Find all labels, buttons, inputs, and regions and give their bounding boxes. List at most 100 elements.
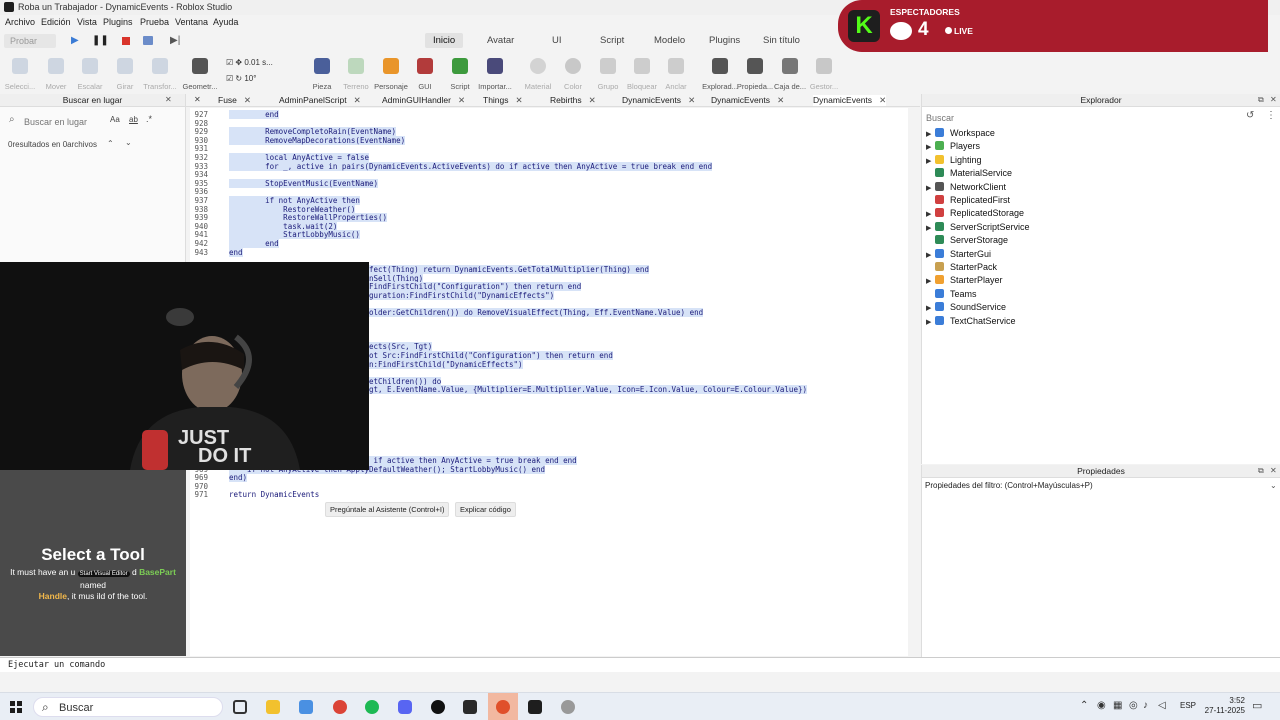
tab-things[interactable]: Things ✕ — [483, 95, 523, 106]
close-icon[interactable]: ✕ — [1270, 95, 1277, 104]
expand-arrow-icon[interactable]: ▶ — [926, 251, 935, 259]
screen-icon[interactable] — [143, 36, 153, 45]
expand-arrow-icon[interactable]: ▶ — [926, 210, 935, 218]
tab-adminpanelscript[interactable]: AdminPanelScript ✕ — [279, 95, 361, 106]
explorer-item[interactable]: ReplicatedFirst — [926, 195, 1010, 208]
language-indicator[interactable]: ESP — [1180, 701, 1196, 710]
snap-rotate[interactable]: ☑ ↻ 10° — [226, 74, 256, 83]
explorer-item[interactable]: ServerStorage — [926, 235, 1008, 248]
properties-tool[interactable]: Propieda... — [735, 58, 775, 91]
explorer-item[interactable]: Teams — [926, 288, 977, 302]
explorer-search-input[interactable] — [926, 111, 1246, 125]
tab-rebirths[interactable]: Rebirths ✕ — [550, 95, 596, 106]
tab-sin-titulo[interactable]: Sin título — [763, 35, 800, 46]
expand-arrow-icon[interactable]: ▶ — [926, 184, 935, 192]
properties-filter-input[interactable]: Propiedades del filtro: (Control+Mayúscu… — [925, 481, 1277, 493]
expand-arrow-icon[interactable]: ▶ — [926, 157, 935, 165]
material-tool[interactable]: Material — [518, 58, 558, 91]
terrain-tool[interactable]: Terreno — [336, 58, 376, 91]
color-tool[interactable]: Color — [553, 58, 593, 91]
tab-adminguihandler[interactable]: AdminGUIHandler ✕ — [382, 95, 465, 106]
menu-plugins[interactable]: Plugins — [103, 17, 133, 27]
explorer-item[interactable]: ▶ ReplicatedStorage — [926, 208, 1024, 221]
close-icon[interactable]: ✕ — [516, 95, 523, 105]
menu-prueba[interactable]: Prueba — [140, 17, 169, 27]
tab-inicio[interactable]: Inicio — [425, 33, 464, 48]
expand-arrow-icon[interactable]: ▶ — [926, 143, 935, 151]
popout-icon[interactable]: ⧉ — [1258, 466, 1264, 476]
explorer-tool[interactable]: Explorad... — [700, 58, 740, 91]
tab-dynamicevents-active[interactable]: DynamicEvents ✕ — [813, 95, 887, 106]
close-icon[interactable]: ✕ — [688, 95, 695, 105]
tab-plugins[interactable]: Plugins — [709, 35, 740, 46]
close-icon[interactable]: ✕ — [879, 95, 886, 105]
tab-fuse[interactable]: Fuse ✕ — [218, 95, 251, 106]
step-icon[interactable]: ▶| — [170, 35, 180, 46]
chevron-down-icon[interactable]: ⌄ — [1270, 481, 1277, 490]
spotify-icon[interactable] — [365, 700, 379, 714]
ask-assistant-button[interactable]: Pregúntale al Asistente (Control+I) — [325, 502, 450, 517]
history-icon[interactable]: ↺ — [1246, 110, 1254, 121]
explorer-item[interactable]: ▶ Players — [926, 141, 980, 154]
select-tool[interactable]: Selecci... — [0, 58, 40, 91]
chevron-down-icon[interactable]: ⌄ — [125, 138, 132, 147]
explorer-item[interactable]: ▶ StarterGui — [926, 248, 991, 262]
epic-games-icon[interactable] — [463, 700, 477, 714]
editor-scrollbar[interactable] — [908, 108, 918, 656]
more-icon[interactable]: ⋮ — [1266, 110, 1276, 121]
menu-vista[interactable]: Vista — [77, 17, 97, 27]
command-input[interactable] — [8, 659, 608, 671]
rotate-tool[interactable]: Girar — [105, 58, 145, 91]
close-icon[interactable]: ✕ — [589, 95, 596, 105]
expand-arrow-icon[interactable]: ▶ — [926, 304, 935, 312]
expand-arrow-icon[interactable]: ▶ — [926, 318, 935, 326]
menu-archivo[interactable]: Archivo — [5, 17, 35, 27]
transform-tool[interactable]: Transfor... — [140, 58, 180, 91]
discord-icon[interactable] — [398, 700, 412, 714]
obs-icon[interactable] — [496, 700, 510, 714]
windows-start-icon[interactable] — [10, 701, 22, 713]
tab-ui[interactable]: UI — [552, 35, 562, 46]
popout-icon[interactable]: ⧉ — [1258, 95, 1264, 105]
anchor-tool[interactable]: Anclar — [656, 58, 696, 91]
match-case-toggle[interactable]: Aa — [110, 115, 120, 124]
snap-move[interactable]: ☑ ✥ 0.01 s... — [226, 58, 273, 67]
stop-icon[interactable] — [122, 37, 130, 45]
explorer-item[interactable]: StarterPack — [926, 262, 997, 275]
copilot-icon[interactable] — [299, 700, 313, 714]
import-tool[interactable]: Importar... — [475, 58, 515, 91]
menu-edicion[interactable]: Edición — [41, 17, 71, 27]
explorer-item[interactable]: ▶ TextChatService — [926, 315, 1016, 329]
app-icon[interactable] — [431, 700, 445, 714]
manager-tool[interactable]: Gestor... — [804, 58, 844, 91]
close-icon[interactable]: ✕ — [777, 95, 784, 105]
expand-arrow-icon[interactable]: ▶ — [926, 224, 935, 232]
pause-icon[interactable]: ❚❚ — [92, 35, 109, 46]
gui-tool[interactable]: GUI — [405, 58, 445, 91]
task-view-icon[interactable] — [233, 700, 247, 714]
close-all-icon[interactable]: ✕ — [194, 95, 201, 104]
chrome-icon[interactable] — [333, 700, 347, 714]
close-icon[interactable]: ✕ — [244, 95, 251, 105]
explorer-item[interactable]: ▶ Lighting — [926, 154, 982, 168]
expand-arrow-icon[interactable]: ▶ — [926, 277, 935, 285]
explorer-item[interactable]: ▶ StarterPlayer — [926, 275, 1003, 288]
menu-ventana[interactable]: Ventana — [175, 17, 208, 27]
tab-dynamicevents-2[interactable]: DynamicEvents ✕ — [711, 95, 784, 106]
play-icon[interactable]: ▶ — [71, 35, 79, 46]
tab-modelo[interactable]: Modelo — [654, 35, 685, 46]
explorer-item[interactable]: MaterialService — [926, 168, 1012, 181]
microphone-icon[interactable]: ♪ — [1143, 700, 1148, 711]
mode-select[interactable]: Probar — [4, 34, 56, 48]
file-explorer-icon[interactable] — [266, 700, 280, 714]
scale-tool[interactable]: Escalar — [70, 58, 110, 91]
tray-icon[interactable]: ◎ — [1129, 700, 1138, 711]
close-icon[interactable]: ✕ — [354, 95, 361, 105]
script-tool[interactable]: Script — [440, 58, 480, 91]
find-search-input[interactable] — [24, 115, 124, 129]
visual-editor-badge[interactable]: Start Visual Editor — [77, 571, 130, 577]
regex-toggle[interactable]: .* — [146, 114, 152, 124]
explorer-item[interactable]: ▶ SoundService — [926, 302, 1006, 315]
close-icon[interactable]: ✕ — [165, 95, 172, 104]
taskbar-search[interactable]: ⌕ Buscar — [33, 697, 223, 717]
